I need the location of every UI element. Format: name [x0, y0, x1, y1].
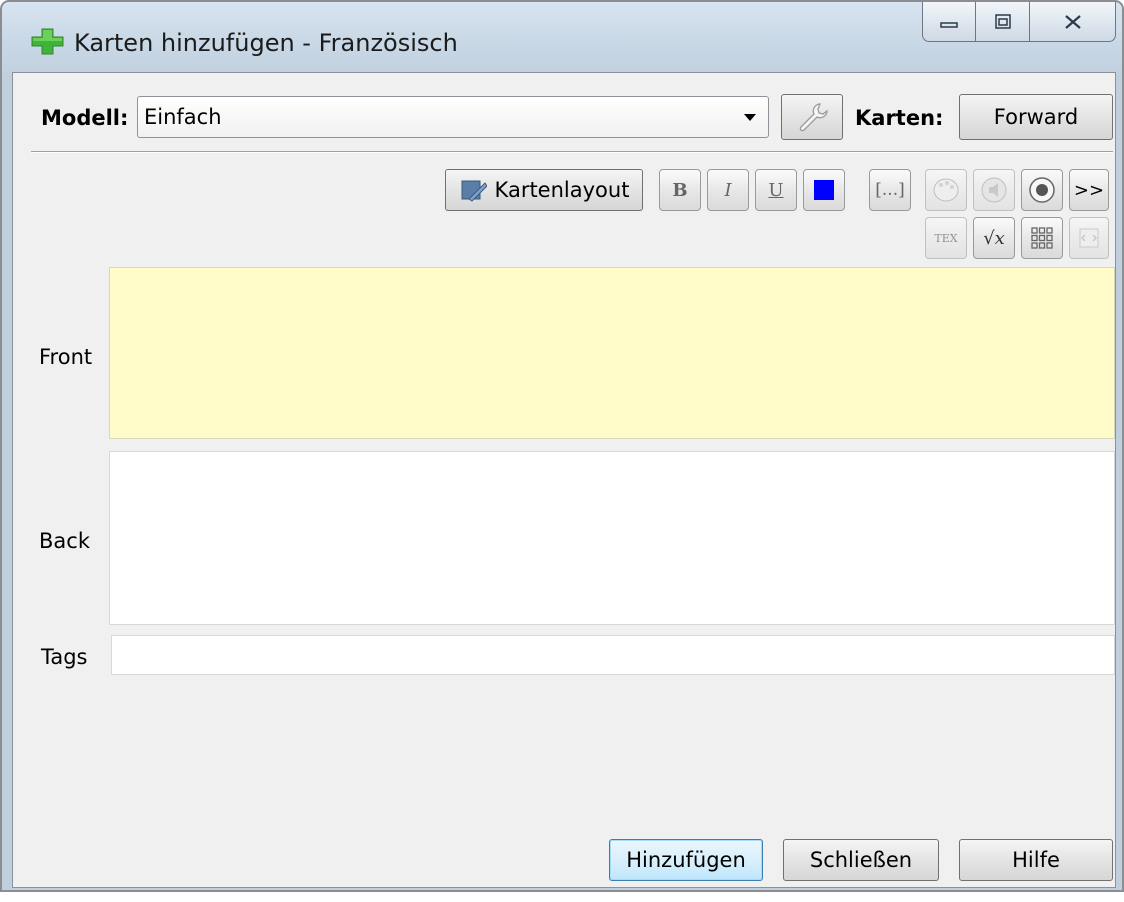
- front-field-label: Front: [39, 345, 93, 369]
- grid-icon: [1031, 227, 1053, 249]
- tags-field-label: Tags: [41, 645, 88, 669]
- model-select[interactable]: Einfach: [137, 96, 769, 138]
- card-types-button[interactable]: Forward: [959, 94, 1113, 140]
- title-bar[interactable]: Karten hinzufügen - Französisch: [2, 2, 1122, 72]
- record-icon: [1029, 177, 1055, 203]
- tex-icon: TEX: [934, 231, 958, 245]
- math-button[interactable]: √x: [973, 217, 1015, 259]
- close-button[interactable]: Schließen: [783, 839, 939, 881]
- color-swatch-icon: [814, 180, 834, 200]
- card-layout-button[interactable]: Kartenlayout: [445, 169, 643, 211]
- more-icon: >>: [1073, 179, 1105, 201]
- text-color-button[interactable]: [803, 169, 845, 211]
- tags-input[interactable]: [111, 635, 1115, 675]
- window-controls: [922, 2, 1116, 46]
- html-icon: [1079, 228, 1099, 248]
- minimize-button[interactable]: [922, 2, 976, 42]
- attach-picture-button[interactable]: [925, 169, 967, 211]
- dialog-client-area: Modell: Einfach Karten: Forward Kartenla…: [12, 72, 1116, 888]
- latex-button[interactable]: TEX: [925, 217, 967, 259]
- green-plus-icon: [31, 28, 64, 55]
- window-frame: Karten hinzufügen - Französisch Modell: …: [0, 0, 1124, 892]
- underline-button[interactable]: U: [755, 169, 797, 211]
- back-field-label: Back: [39, 529, 90, 553]
- more-button[interactable]: >>: [1069, 169, 1109, 211]
- italic-button[interactable]: I: [707, 169, 749, 211]
- add-button[interactable]: Hinzufügen: [609, 839, 763, 881]
- bold-button[interactable]: B: [659, 169, 701, 211]
- model-select-value: Einfach: [144, 105, 222, 129]
- front-field[interactable]: [109, 267, 1115, 439]
- maximize-button[interactable]: [976, 2, 1030, 42]
- sqrt-icon: √x: [983, 227, 1005, 249]
- window-title: Karten hinzufügen - Französisch: [74, 29, 458, 57]
- manage-models-button[interactable]: [781, 94, 843, 140]
- model-label: Modell:: [41, 106, 129, 130]
- back-field[interactable]: [109, 451, 1115, 625]
- italic-icon: I: [724, 179, 732, 201]
- divider: [31, 151, 1113, 153]
- minimize-icon: [940, 21, 958, 28]
- card-layout-icon: [461, 180, 487, 202]
- close-window-button[interactable]: [1030, 2, 1116, 42]
- record-button[interactable]: [1021, 169, 1063, 211]
- cards-label: Karten:: [855, 106, 944, 130]
- underline-icon: U: [768, 179, 784, 201]
- add-cards-window: Karten hinzufügen - Französisch Modell: …: [0, 0, 1124, 902]
- table-button[interactable]: [1021, 217, 1063, 259]
- cloze-button[interactable]: [...]: [869, 169, 911, 211]
- chevron-down-icon: [744, 114, 756, 121]
- card-layout-label: Kartenlayout: [494, 178, 630, 202]
- cloze-icon: [...]: [875, 180, 905, 200]
- html-editor-button[interactable]: [1069, 217, 1109, 259]
- maximize-icon: [994, 13, 1011, 29]
- close-icon: [1064, 14, 1081, 29]
- wrench-icon: [799, 103, 828, 132]
- speaker-icon: [981, 177, 1007, 203]
- record-audio-button[interactable]: [973, 169, 1015, 211]
- bold-icon: B: [672, 179, 688, 201]
- palette-icon: [933, 178, 959, 202]
- help-button[interactable]: Hilfe: [959, 839, 1113, 881]
